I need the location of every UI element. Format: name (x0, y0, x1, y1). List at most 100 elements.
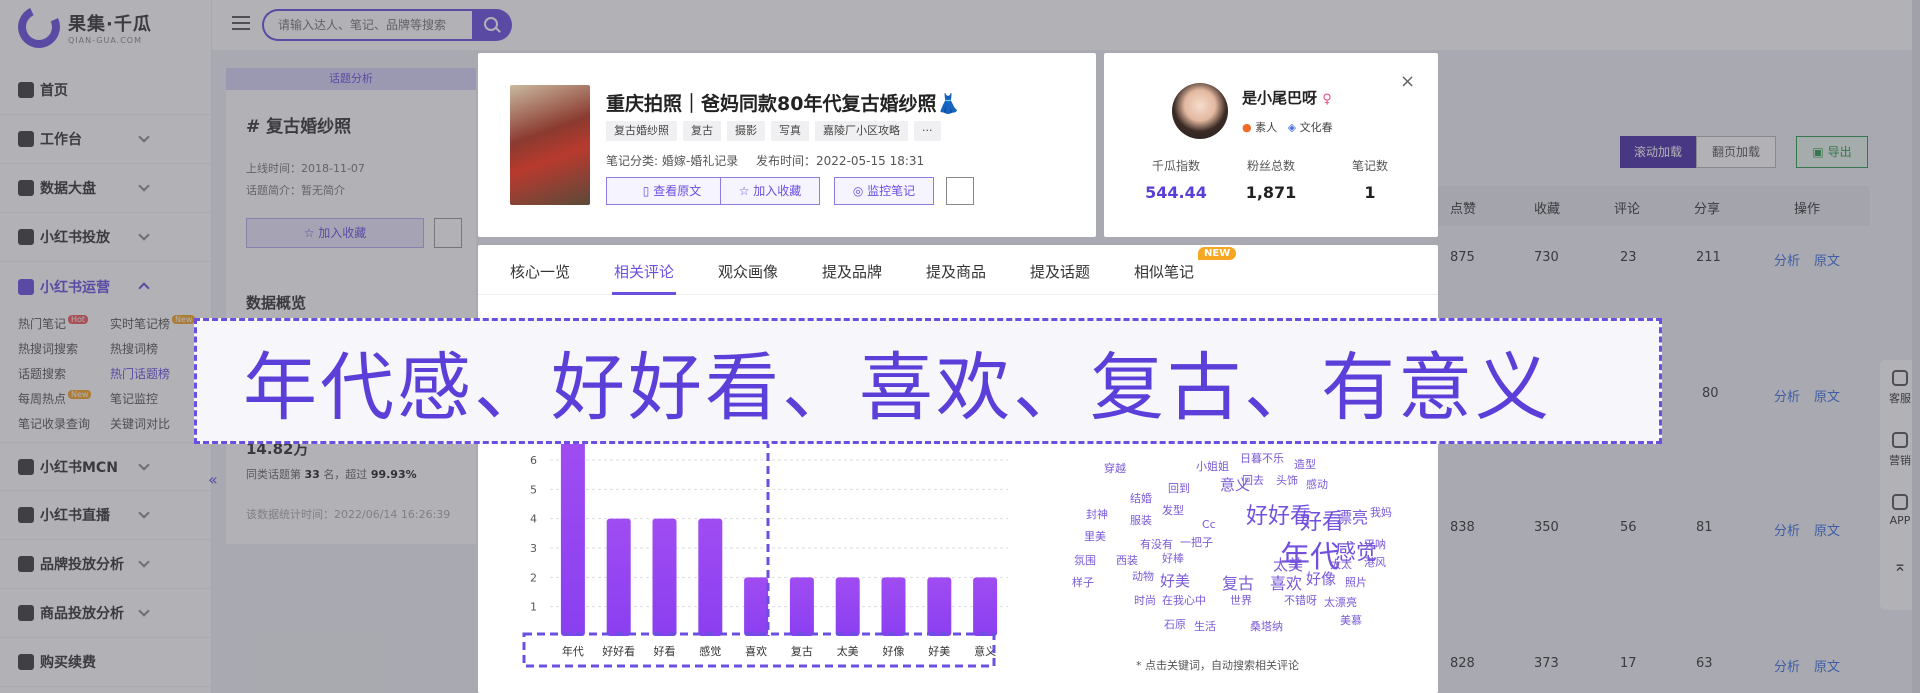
person-icon: ● (1242, 121, 1252, 134)
note-cover-image[interactable] (510, 85, 590, 205)
x-tick-label: 好好看 (602, 644, 635, 658)
x-tick-label: 好看 (654, 644, 676, 658)
bar-好美[interactable] (927, 577, 952, 636)
tab-audience[interactable]: 观众画像 (718, 261, 778, 282)
cloud-word[interactable]: 在我心中 (1162, 592, 1206, 608)
y-tick-label: 5 (530, 483, 537, 496)
tab-brands[interactable]: 提及品牌 (822, 261, 882, 282)
location-icon: ◎ (852, 184, 868, 198)
cloud-word[interactable]: 氛围 (1074, 552, 1096, 568)
tab-topics[interactable]: 提及话题 (1030, 261, 1090, 282)
note-card: 重庆拍照｜爸妈同款80年代复古婚纱照👗 复古婚纱照 复古 摄影 写真 嘉陵厂小区… (478, 53, 1096, 237)
female-icon: ♀ (1322, 92, 1332, 107)
cloud-word[interactable]: 时尚 (1134, 592, 1156, 608)
cloud-word[interactable]: 里美 (1084, 528, 1106, 544)
cloud-word[interactable]: 照片 (1345, 574, 1367, 590)
cloud-word[interactable]: 好美 (1160, 570, 1190, 591)
more-tags-button[interactable]: ··· (914, 121, 941, 141)
shield-icon: ◈ (1287, 121, 1297, 134)
stat-label: 千瓜指数 (1151, 159, 1200, 173)
bar-好好看[interactable] (606, 518, 631, 636)
stat-value: 1,871 (1245, 183, 1297, 202)
cloud-word[interactable]: 日暮不乐 (1240, 450, 1284, 466)
cloud-word[interactable]: Cc (1202, 518, 1216, 531)
y-tick-label: 2 (530, 571, 537, 584)
note-category: 笔记分类: 婚嫁-婚礼记录 (606, 154, 739, 168)
cloud-word[interactable]: 桑塔纳 (1250, 618, 1283, 634)
y-tick-label: 1 (530, 601, 537, 614)
stat-label: 粉丝总数 (1246, 159, 1295, 173)
tab-similar[interactable]: 相似笔记 (1134, 261, 1194, 282)
bar-复古[interactable] (789, 577, 814, 636)
cloud-word[interactable]: 天呐 (1364, 536, 1386, 552)
x-tick-label: 复古 (791, 644, 813, 658)
cloud-word[interactable]: 样子 (1072, 574, 1094, 590)
stat-label: 笔记数 (1351, 159, 1388, 173)
cloud-word[interactable]: 太漂亮 (1324, 594, 1357, 610)
tab-products[interactable]: 提及商品 (926, 261, 986, 282)
bar-太美[interactable] (835, 577, 860, 636)
bar-感觉[interactable] (698, 518, 723, 636)
tab-bar: 核心一览 相关评论 观众画像 提及品牌 提及商品 提及话题 相似笔记 NEW (478, 245, 1438, 295)
cloud-word[interactable]: 回到 (1168, 480, 1190, 496)
cloud-word[interactable]: 不错呀 (1284, 592, 1317, 608)
author-name[interactable]: 是小尾巴呀 ♀ (1242, 87, 1332, 108)
bar-年代[interactable] (560, 440, 585, 636)
new-badge: NEW (1198, 247, 1237, 260)
cloud-word[interactable]: 我妈 (1370, 504, 1392, 520)
cloud-word[interactable]: 结婚 (1130, 490, 1152, 506)
note-meta: 笔记分类: 婚嫁-婚礼记录 发布时间：2022-05-15 18:31 (606, 152, 938, 169)
cloud-word[interactable]: 感动 (1306, 476, 1328, 492)
qr-code-icon[interactable] (946, 177, 974, 205)
x-tick-label: 喜欢 (745, 644, 767, 658)
comment-keyword-chart: 123456年代 好好看 好看 感觉 喜欢 复古 太美 好像 好美 意义 (522, 440, 1008, 668)
bar-意义[interactable] (973, 577, 998, 636)
cloud-word[interactable]: 好像 (1306, 568, 1336, 589)
bar-好像[interactable] (881, 577, 906, 636)
note-tag: 写真 (771, 121, 809, 141)
cloud-word[interactable]: 发型 (1162, 502, 1184, 518)
word-cloud-note: * 点击关键词，自动搜索相关评论 (1136, 659, 1299, 672)
y-tick-label: 4 (530, 513, 537, 526)
close-icon[interactable]: × (1400, 71, 1415, 92)
author-avatar[interactable] (1172, 83, 1228, 139)
cloud-word[interactable]: 造型 (1294, 456, 1316, 472)
view-original-button[interactable]: ▯ 查看原文 (606, 177, 738, 205)
note-tag: 摄影 (727, 121, 765, 141)
note-title: 重庆拍照｜爸妈同款80年代复古婚纱照👗 (606, 93, 961, 115)
x-tick-label: 感觉 (699, 645, 721, 658)
cloud-word[interactable]: 一把子 (1180, 534, 1213, 550)
add-favorite-button[interactable]: ☆ 加入收藏 (720, 177, 820, 205)
x-tick-label: 太美 (837, 645, 859, 658)
cloud-word[interactable]: 穿越 (1104, 460, 1126, 476)
cloud-word[interactable]: 动物 (1132, 568, 1154, 584)
stat-value: 544.44 (1145, 183, 1207, 202)
cloud-word[interactable]: 美慕 (1340, 612, 1362, 628)
cloud-word[interactable]: 头饰 (1276, 472, 1298, 488)
cloud-word[interactable]: 好棒 (1162, 550, 1184, 566)
bar-喜欢[interactable] (744, 577, 769, 636)
note-tag: 复古婚纱照 (606, 121, 677, 141)
cloud-word[interactable]: 复古 (1222, 570, 1254, 594)
monitor-note-button[interactable]: ◎ 监控笔记 (834, 177, 934, 205)
cloud-word[interactable]: 石原 (1164, 616, 1186, 632)
y-tick-label: 6 (530, 454, 537, 467)
bar-好看[interactable] (652, 518, 677, 636)
stat-value: 1 (1364, 183, 1376, 202)
cloud-word[interactable]: 喜欢 (1270, 570, 1302, 594)
cloud-word[interactable]: 世界 (1230, 592, 1252, 608)
cloud-word[interactable]: 封神 (1086, 506, 1108, 522)
cloud-word[interactable]: 漂亮 (1336, 504, 1368, 528)
author-card: 是小尾巴呀 ♀ ● 素人 ◈ 文化春 × 千瓜指数 粉丝总数 笔记数 544.4… (1104, 53, 1438, 237)
book-icon: ▯ (642, 184, 654, 198)
cloud-word[interactable]: 生活 (1194, 618, 1216, 634)
cloud-word[interactable]: 西装 (1116, 552, 1138, 568)
tab-comments[interactable]: 相关评论 (614, 261, 674, 282)
cloud-word[interactable]: 回去 (1242, 472, 1264, 488)
y-tick-label: 3 (530, 542, 537, 555)
tab-overview[interactable]: 核心一览 (510, 261, 570, 282)
cloud-word[interactable]: 港风 (1364, 554, 1386, 570)
active-tab-indicator (612, 292, 676, 295)
cloud-word[interactable]: 小姐姐 (1196, 458, 1229, 474)
cloud-word[interactable]: 服装 (1130, 512, 1152, 528)
